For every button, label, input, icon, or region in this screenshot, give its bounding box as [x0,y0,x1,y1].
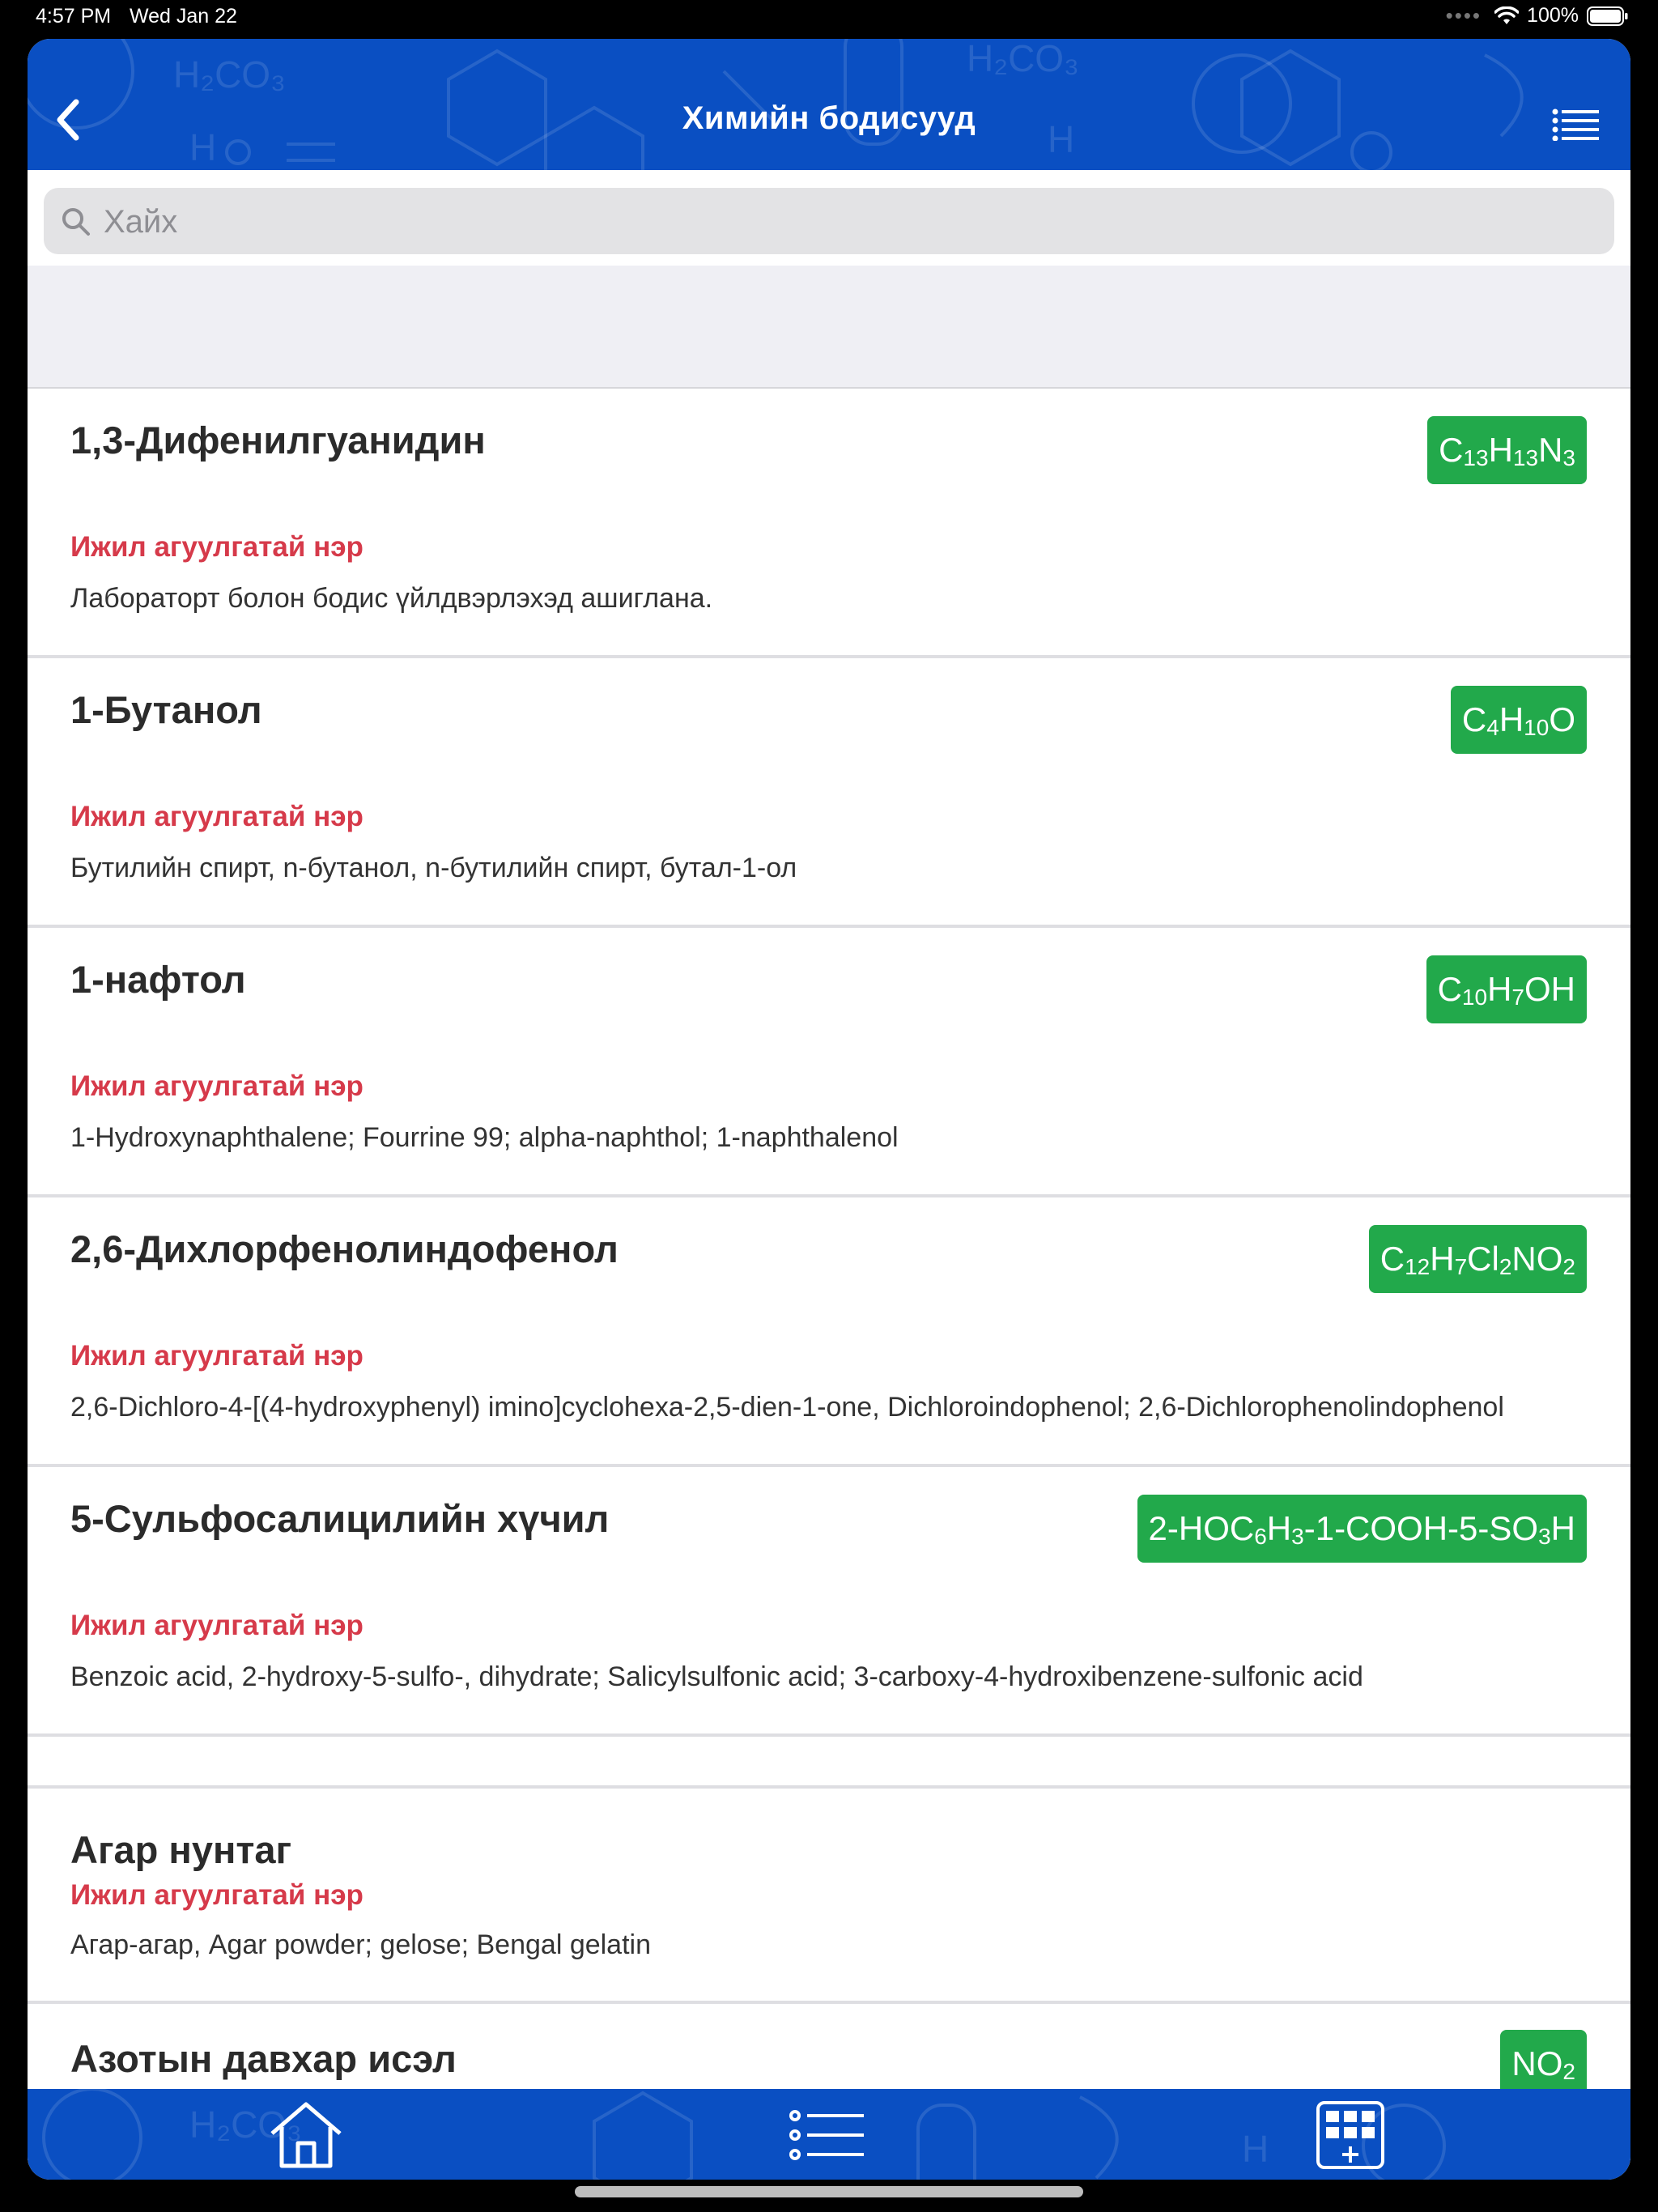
synonym-text: Benzoic acid, 2-hydroxy-5-sulfo-, dihydr… [70,1661,1363,1692]
formula-badge: C 13 H 13 N 3 [1427,416,1587,484]
formula-badge: C 4 H 10 O [1450,686,1587,754]
battery-percent: 100% [1527,4,1579,27]
app-screen: H₂CO₃ H H H₂CO₃ Химийн бодисууд Хайх 1,3… [28,39,1630,2180]
synonym-label: Ижил агуулгатай нэр [70,1610,363,1641]
section-separator [28,266,1630,389]
home-indicator[interactable] [575,2186,1083,2197]
svg-text:H₂CO₃: H₂CO₃ [967,39,1079,79]
formula-badge: C 10 H 7 OH [1426,955,1587,1023]
tab-list[interactable] [787,2099,868,2172]
menu-button[interactable] [1543,100,1608,149]
svg-text:H: H [1242,2128,1269,2170]
list-spacer [28,1737,1630,1789]
chemical-name: 2,6-Дихлорфенолиндофенол [70,1227,619,1270]
list-item[interactable]: 1-Бутанол C 4 H 10 O Ижил агуулгатай нэр Бут… [28,658,1630,928]
synonym-label: Ижил агуулгатай нэр [70,531,363,563]
status-date: Wed Jan 22 [130,5,237,28]
chemical-list: 1,3-Дифенилгуанидин C 13 H 13 N 3 Ижил агуулг… [28,389,1630,2166]
navigation-bar: H₂CO₃ H H H₂CO₃ Химийн бодисууд [28,39,1630,170]
chemical-name: 1-Бутанол [70,688,262,731]
list-item[interactable]: 2,6-Дихлорфенолиндофенол C 12 H 7 Cl 2 NO 2 Ижи… [28,1197,1630,1467]
synonym-label: Ижил агуулгатай нэр [70,1879,363,1911]
search-icon [62,208,90,236]
bottom-tab-bar: H₂CO₃ H [28,2089,1630,2180]
page-title: Химийн бодисууд [682,100,976,136]
chemical-name: 1-нафтол [70,958,246,1001]
synonym-label: Ижил агуулгатай нэр [70,1070,363,1102]
tab-home[interactable] [266,2099,346,2172]
status-indicators: •••• 100% [1446,3,1629,28]
chemical-name: 5-Сульфосалицилийн хүчил [70,1497,610,1540]
formula-badge: NO 2 [1500,2030,1587,2098]
synonym-text: Агар-агар, Agar powder; gelose; Bengal g… [70,1929,652,1960]
home-icon [270,2102,342,2168]
status-bar: 4:57 PM Wed Jan 22 •••• 100% [0,0,1658,39]
synonym-label: Ижил агуулгатай нэр [70,801,363,832]
status-time: 4:57 PM [36,5,112,28]
list-item[interactable]: 5-Сульфосалицилийн хүчил 2-HOC 6 H 3 -1-COOH… [28,1467,1630,1737]
chemical-name: 1,3-Дифенилгуанидин [70,419,486,462]
tab-periodic-table[interactable] [1310,2099,1391,2172]
synonym-text: 2,6-Dichloro-4-[(4-hydroxyphenyl) imino]… [70,1392,1504,1423]
wifi-icon [1494,6,1520,26]
list-item[interactable]: 1-нафтол C 10 H 7 OH Ижил агуулгатай нэр 1-H… [28,928,1630,1197]
chemical-name: Агар нунтаг [70,1828,292,1871]
list-item[interactable]: 1,3-Дифенилгуанидин C 13 H 13 N 3 Ижил агуулг… [28,389,1630,658]
chemical-name: Азотын давхар исэл [70,2037,457,2080]
periodic-grid-add-icon [1316,2101,1384,2169]
search-input[interactable] [102,188,1595,256]
battery-icon [1587,6,1629,26]
list-item[interactable]: Агар нунтаг Ижил агуулгатай нэр Агар-ага… [28,1789,1630,2004]
formula-badge: C 12 H 7 Cl 2 NO 2 [1368,1225,1587,1293]
search-field[interactable] [44,188,1614,256]
list-menu-icon [1552,108,1599,141]
synonym-label: Ижил агуулгатай нэр [70,1340,363,1372]
synonym-text: Бутилийн спирт, n-бутанол, n-бутилийн сп… [70,853,797,883]
formula-badge: 2-HOC 6 H 3 -1-COOH-5-SO 3 H [1137,1495,1587,1563]
cellular-signal-icon: •••• [1445,3,1482,28]
bullet-list-icon [789,2110,864,2160]
synonym-text: Лабораторт болон бодис үйлдвэрлэхэд ашиг… [70,583,713,614]
synonym-text: 1-Hydroxynaphthalene; Fourrine 99; alpha… [70,1122,899,1153]
svg-text:H₂CO₃: H₂CO₃ [173,53,286,96]
